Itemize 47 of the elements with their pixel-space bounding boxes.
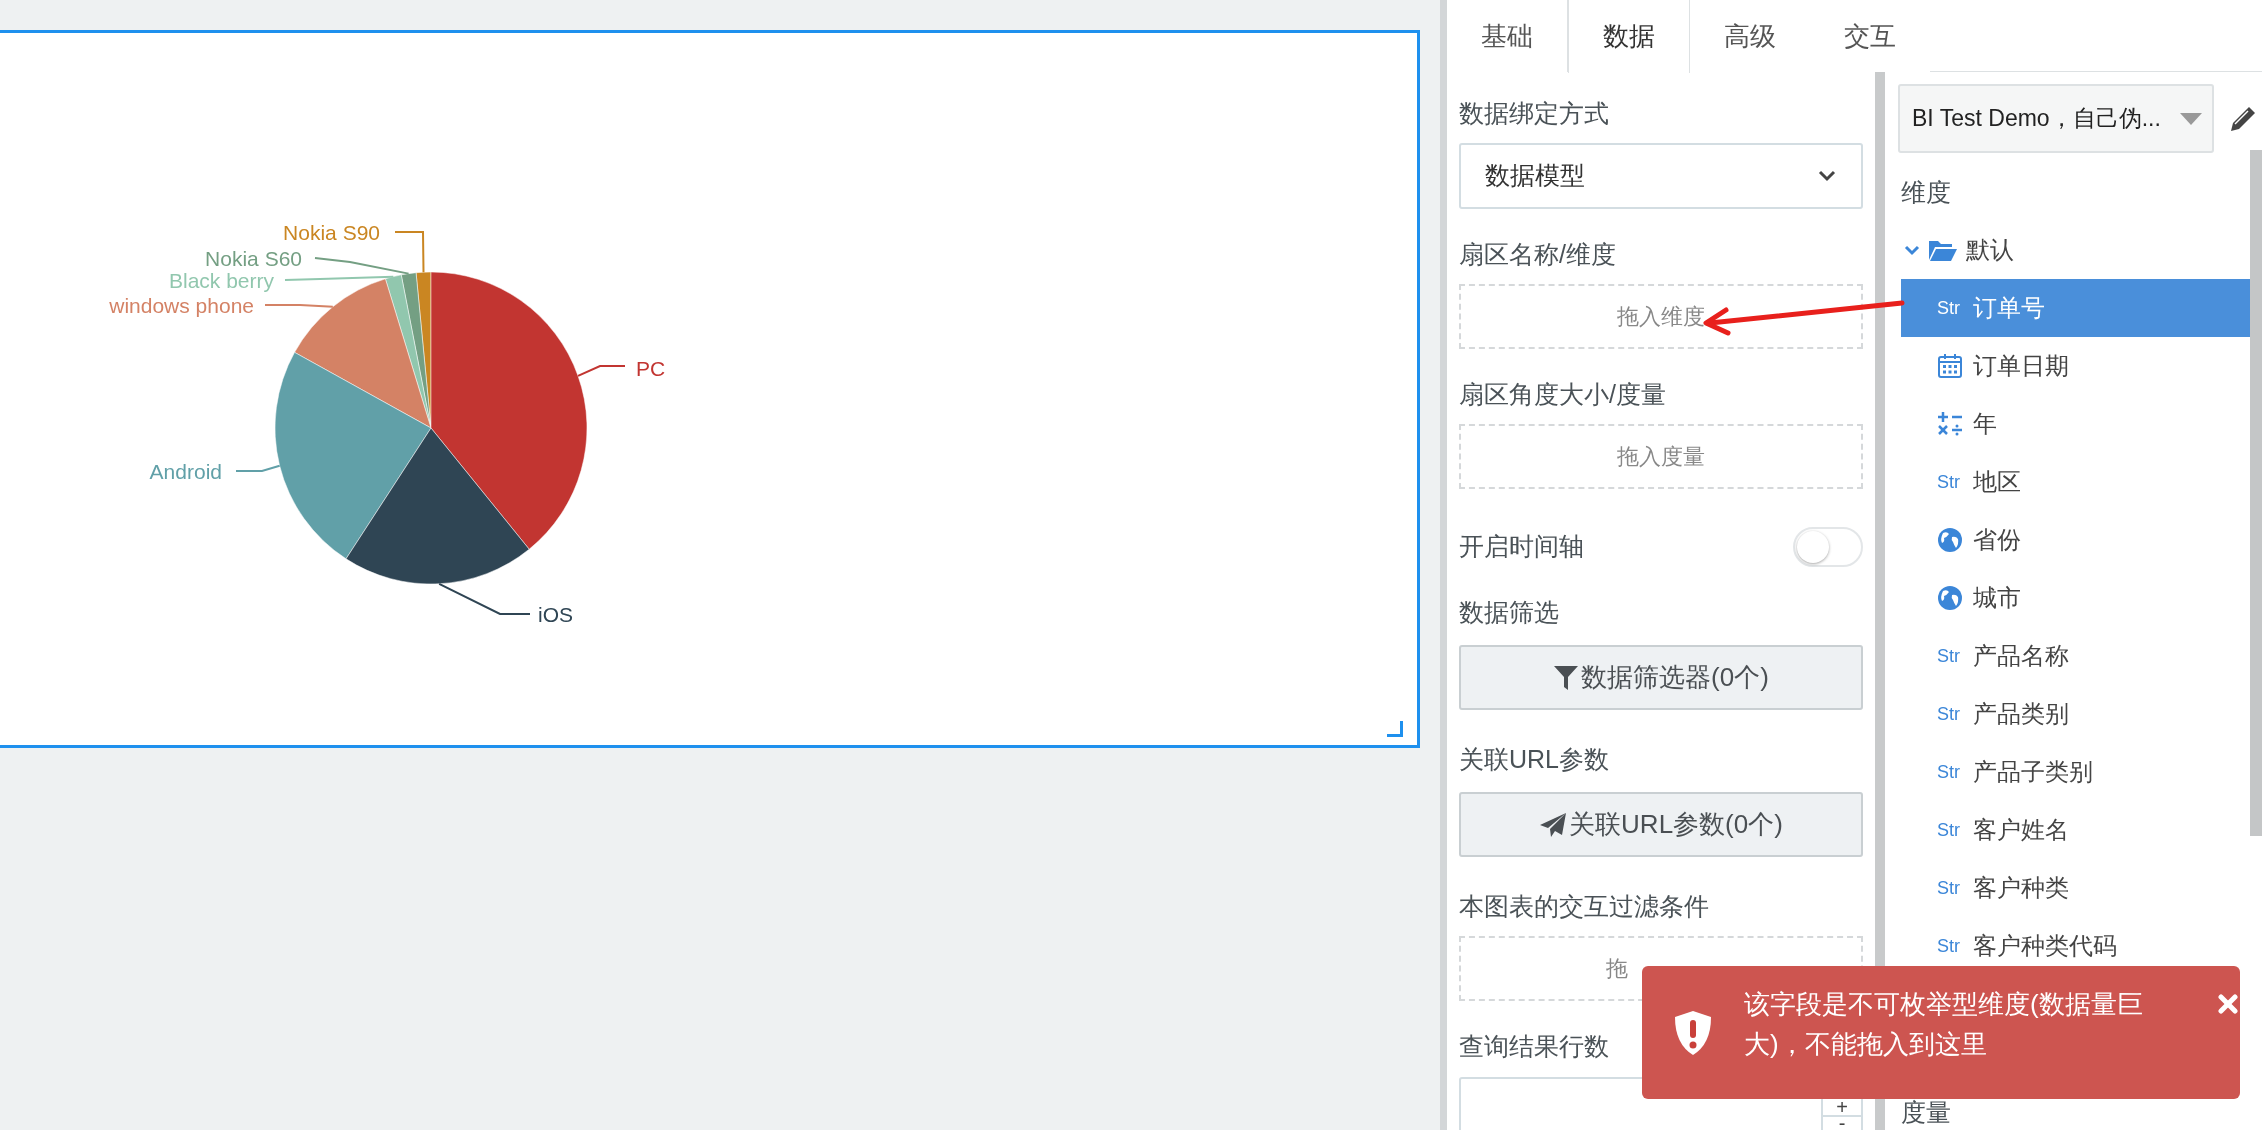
tab[interactable]: 数据 — [1568, 0, 1690, 73]
url-params-button[interactable]: 关联URL参数(0个) — [1459, 792, 1863, 857]
binding-select[interactable]: 数据模型 — [1459, 143, 1863, 209]
toast-message: 该字段是不可枚举型维度(数据量巨大)，不能拖入到这里 — [1744, 988, 2144, 1061]
field-label: 扇区名称/维度 — [1459, 239, 1616, 271]
globe-icon — [1937, 527, 1963, 553]
field-label: 关联URL参数 — [1459, 744, 1609, 776]
filter-button[interactable]: 数据筛选器(0个) — [1459, 645, 1863, 710]
section-heading: 维度 — [1901, 177, 1952, 209]
filter-icon — [1553, 663, 1580, 692]
slice-label: Android — [149, 460, 222, 483]
drop-zone[interactable]: 拖 — [1606, 952, 1628, 985]
calendar-icon — [1937, 353, 1963, 379]
field-label: 查询结果行数 — [1459, 1031, 1609, 1063]
slice-label: PC — [636, 357, 666, 380]
chevron-down-icon — [1904, 244, 1920, 256]
field-label: 数据绑定方式 — [1459, 98, 1609, 130]
leader-line — [577, 365, 626, 377]
field-label: 扇区角度大小/度量 — [1459, 379, 1666, 411]
slice-label: windows phone — [109, 294, 254, 317]
globe-icon — [1937, 585, 1963, 611]
chevron-down-icon — [1817, 169, 1837, 183]
close-icon[interactable] — [2218, 994, 2238, 1014]
leader-line — [235, 464, 281, 472]
slice-label: Nokia S90 — [283, 221, 380, 244]
field-label: 本图表的交互过滤条件 — [1459, 891, 1709, 923]
toggle-switch[interactable] — [1793, 527, 1863, 567]
leader-line — [264, 304, 334, 308]
slice-label: Nokia S60 — [205, 247, 302, 270]
scrollbar[interactable] — [2250, 150, 2262, 836]
slice-label: Black berry — [168, 269, 274, 292]
drop-zone[interactable]: 拖入维度 — [1617, 300, 1705, 333]
section-heading: 度量 — [1901, 1097, 1952, 1129]
tab[interactable]: 基础 — [1447, 0, 1568, 72]
drop-zone[interactable]: 拖入度量 — [1617, 440, 1705, 473]
data-source-select[interactable]: BI Test Demo，自己伪... — [1898, 84, 2214, 153]
calculator-icon — [1937, 411, 1963, 437]
warning-shield-icon — [1674, 1010, 1712, 1056]
folder-icon — [1928, 238, 1958, 262]
caret-down-icon — [2180, 112, 2202, 125]
paper-plane-icon — [1539, 811, 1568, 838]
decrement-button[interactable]: - — [1823, 1117, 1861, 1129]
field-label: 开启时间轴 — [1459, 531, 1584, 563]
resize-handle-icon[interactable] — [1387, 721, 1403, 737]
slice-label: iOS — [538, 603, 573, 626]
folder-row[interactable]: 默认 — [1904, 221, 2014, 279]
field-label: 数据筛选 — [1459, 597, 1559, 629]
